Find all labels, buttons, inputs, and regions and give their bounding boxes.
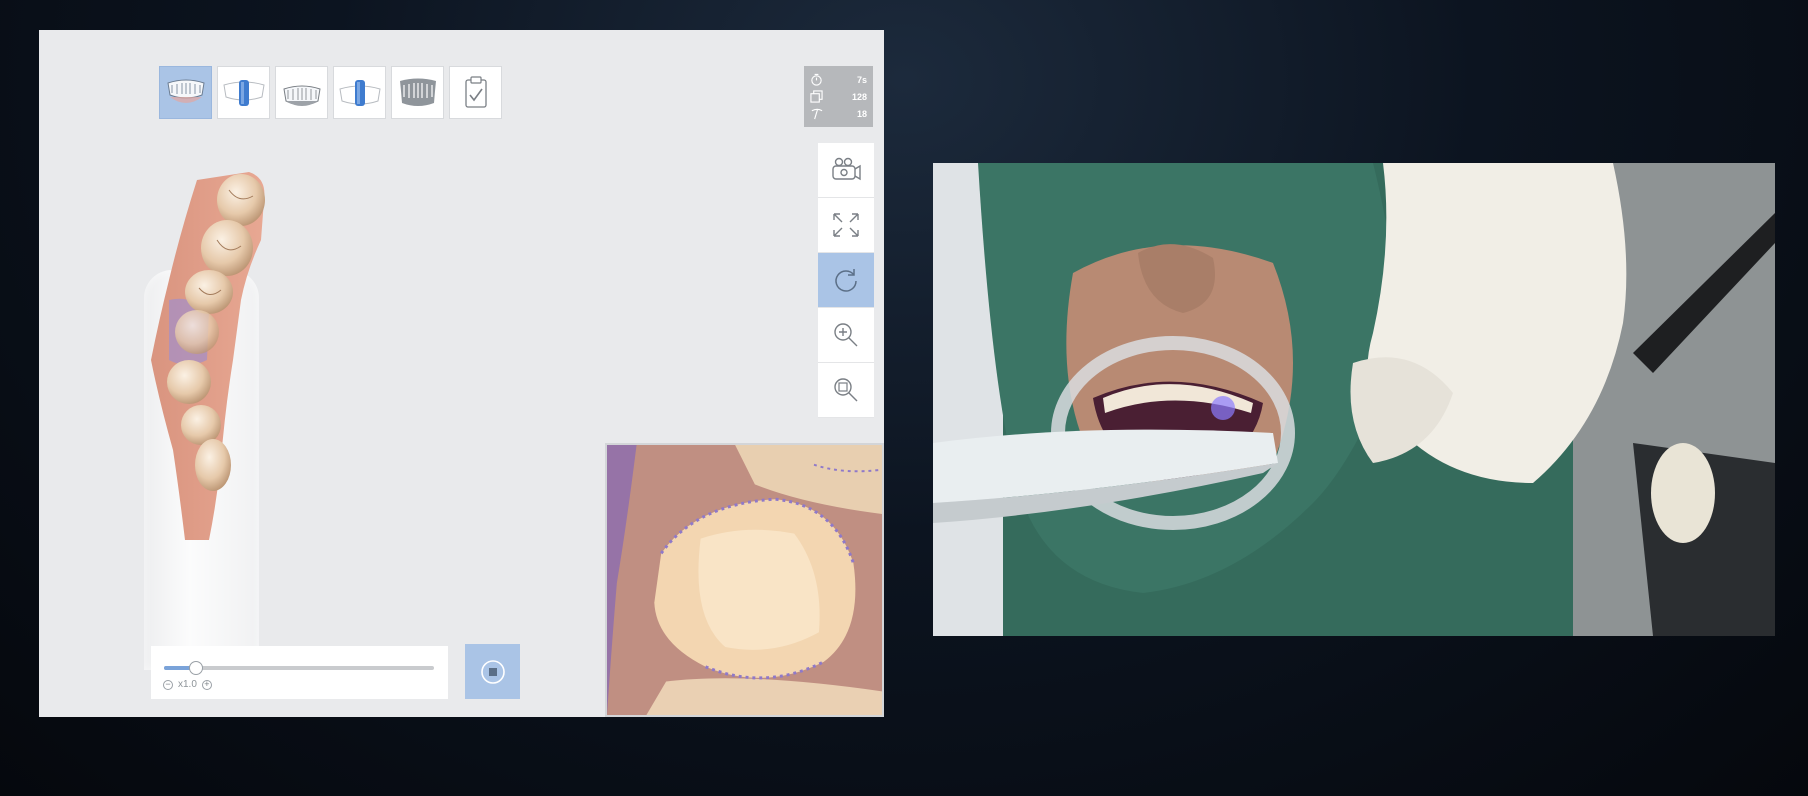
- fit-to-screen-button[interactable]: [818, 198, 874, 253]
- scan-model-viewport[interactable]: [129, 160, 329, 670]
- stat-count-value: 18: [856, 108, 867, 119]
- timer-icon: [811, 73, 822, 86]
- clipboard-check-icon: [464, 75, 487, 108]
- scanner-window: 7s 128 18 − x1.0 +: [39, 30, 884, 717]
- live-preview-image: [607, 445, 882, 715]
- step-lower-jaw[interactable]: [275, 66, 328, 119]
- rotate-icon: [835, 269, 857, 292]
- view-tools: [818, 143, 874, 418]
- zoom-out-button[interactable]: −: [163, 679, 173, 690]
- bite-icon: [399, 78, 436, 106]
- step-occlusion[interactable]: [391, 66, 444, 119]
- stat-frames-value: 128: [851, 91, 867, 102]
- stat-count: 18: [810, 105, 867, 122]
- fit-to-screen-icon: [833, 213, 859, 237]
- zoom-in-button[interactable]: [818, 308, 874, 363]
- stat-time-value: 7s: [856, 74, 867, 85]
- rotate-button[interactable]: [818, 253, 874, 308]
- zoom-controls: − x1.0 +: [163, 679, 212, 690]
- stat-frames: 128: [810, 88, 867, 105]
- workflow-steps-bar: [159, 66, 502, 119]
- stop-icon: [480, 659, 505, 684]
- step-upper-jaw[interactable]: [159, 66, 212, 119]
- live-camera-preview: [605, 443, 884, 717]
- procedure-camera-view: [933, 163, 1775, 636]
- stat-time: 7s: [810, 71, 867, 88]
- zoom-in-small-button[interactable]: +: [201, 679, 212, 690]
- lower-jaw-icon: [282, 85, 321, 106]
- step-check[interactable]: [449, 66, 502, 119]
- upper-jaw-icon: [166, 79, 205, 103]
- speed-slider-handle[interactable]: [189, 661, 204, 675]
- dental-arch-model: [151, 172, 265, 540]
- zoom-in-icon: [834, 323, 858, 347]
- step-lower-scan-body[interactable]: [333, 66, 386, 119]
- scan-body-icon: [338, 79, 381, 106]
- stop-scan-button[interactable]: [465, 644, 520, 699]
- speed-slider[interactable]: [164, 661, 434, 675]
- procedure-photo: [933, 163, 1775, 636]
- camera-view-icon: [832, 157, 861, 181]
- camera-view-button[interactable]: [818, 143, 874, 198]
- zoom-level-label: x1.0: [178, 679, 197, 690]
- frames-icon: [810, 90, 823, 103]
- scan-speed-panel: − x1.0 +: [151, 646, 448, 699]
- zoom-region-button[interactable]: [818, 363, 874, 418]
- step-upper-scan-body[interactable]: [217, 66, 270, 119]
- scan-body-icon: [222, 79, 265, 106]
- zoom-region-icon: [834, 378, 858, 402]
- angle-icon: [811, 108, 823, 120]
- scan-stats-panel: 7s 128 18: [804, 66, 873, 127]
